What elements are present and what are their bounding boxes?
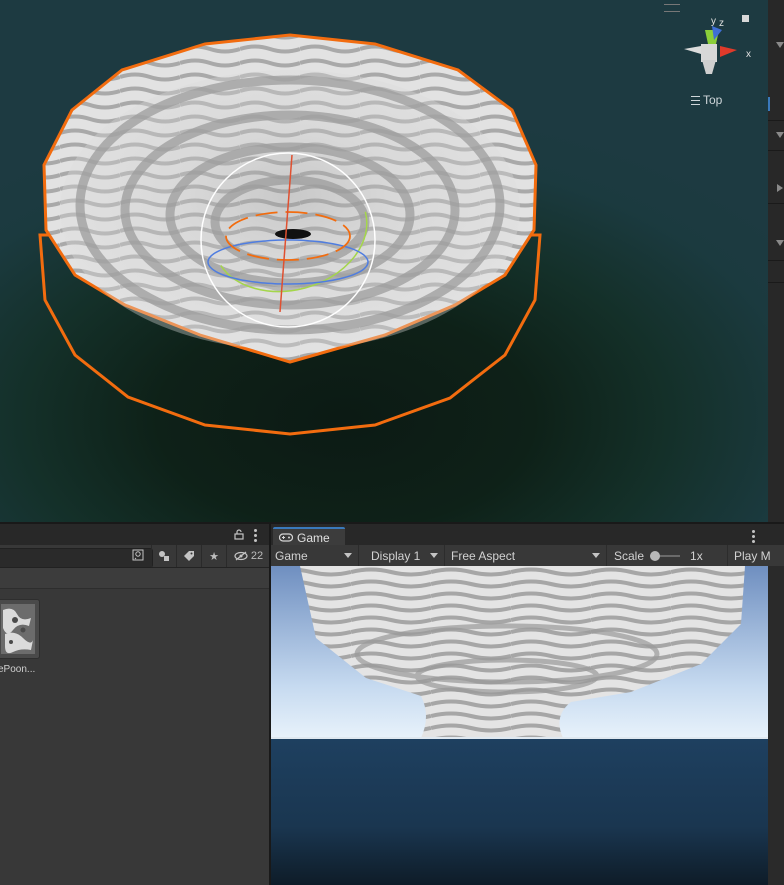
hidden-eye-icon (234, 551, 248, 561)
scene-canvas[interactable]: y z x (0, 0, 768, 523)
project-panel: ★ 22 ePoon... (0, 524, 269, 885)
chevron-down-icon (430, 553, 438, 558)
view-orientation-label[interactable]: Top (691, 93, 722, 107)
gizmo-z-label: z (719, 18, 724, 29)
aspect-value: Free Aspect (451, 548, 516, 563)
asset-thumbnail[interactable] (0, 599, 40, 659)
vertical-scrollbar[interactable] (768, 566, 784, 885)
gizmo-y-label: y (711, 16, 716, 27)
asset-name[interactable]: ePoon... (0, 664, 35, 675)
breadcrumb (0, 568, 269, 589)
chevron-down-icon[interactable] (776, 42, 784, 48)
kebab-menu-icon[interactable] (254, 529, 257, 542)
close-icon[interactable] (742, 15, 749, 22)
scale-value: 1x (690, 548, 703, 563)
game-mode-dropdown[interactable]: Game (271, 545, 359, 566)
favorite-star-icon[interactable]: ★ (201, 545, 226, 567)
drag-handle-icon[interactable] (664, 4, 680, 12)
game-panel: Game Game Display 1 Free Aspect Scale 1x… (271, 524, 784, 885)
slider-thumb[interactable] (650, 550, 661, 561)
game-viewport[interactable] (271, 566, 768, 885)
scale-slider[interactable] (650, 550, 681, 561)
view-label-text: Top (703, 93, 723, 107)
scene-view[interactable]: y z x Top (0, 0, 768, 523)
scale-label: Scale (614, 548, 645, 563)
display-dropdown[interactable]: Display 1 (367, 545, 445, 566)
hidden-packages-button[interactable]: 22 (226, 545, 270, 567)
filter-type-icon[interactable] (151, 545, 176, 567)
chevron-down-icon (592, 553, 600, 558)
hidden-count: 22 (250, 550, 264, 562)
scale-control[interactable]: Scale 1x (614, 545, 703, 566)
chevron-down-icon (344, 553, 352, 558)
menu-lines-icon (691, 95, 700, 105)
play-mode-dropdown[interactable]: Play M (727, 545, 784, 566)
project-toolbar: ★ 22 (0, 545, 269, 568)
project-tabbar (0, 524, 269, 545)
tab-game-label: Game (297, 530, 330, 545)
game-tabbar: Game (271, 524, 784, 546)
game-mode-value: Game (275, 548, 308, 563)
aspect-dropdown[interactable]: Free Aspect (447, 545, 607, 566)
axis-gizmo-icon[interactable] (684, 26, 737, 74)
game-toolbar: Game Display 1 Free Aspect Scale 1x Play… (271, 545, 784, 567)
kebab-menu-icon[interactable] (752, 530, 755, 543)
gamepad-icon (279, 533, 293, 542)
label-icon[interactable] (176, 545, 201, 567)
inspector-strip (768, 0, 784, 523)
tab-game[interactable]: Game (273, 527, 345, 546)
chevron-down-icon[interactable] (776, 240, 784, 246)
play-mode-label: Play M (734, 548, 771, 563)
lock-icon[interactable] (234, 529, 244, 540)
display-value: Display 1 (371, 548, 421, 563)
search-input[interactable] (0, 548, 153, 568)
search-options-icon[interactable] (132, 549, 144, 561)
gizmo-x-label: x (746, 49, 751, 60)
chevron-down-icon[interactable] (776, 132, 784, 138)
selection-marker (768, 97, 770, 111)
chevron-right-icon[interactable] (777, 184, 783, 192)
